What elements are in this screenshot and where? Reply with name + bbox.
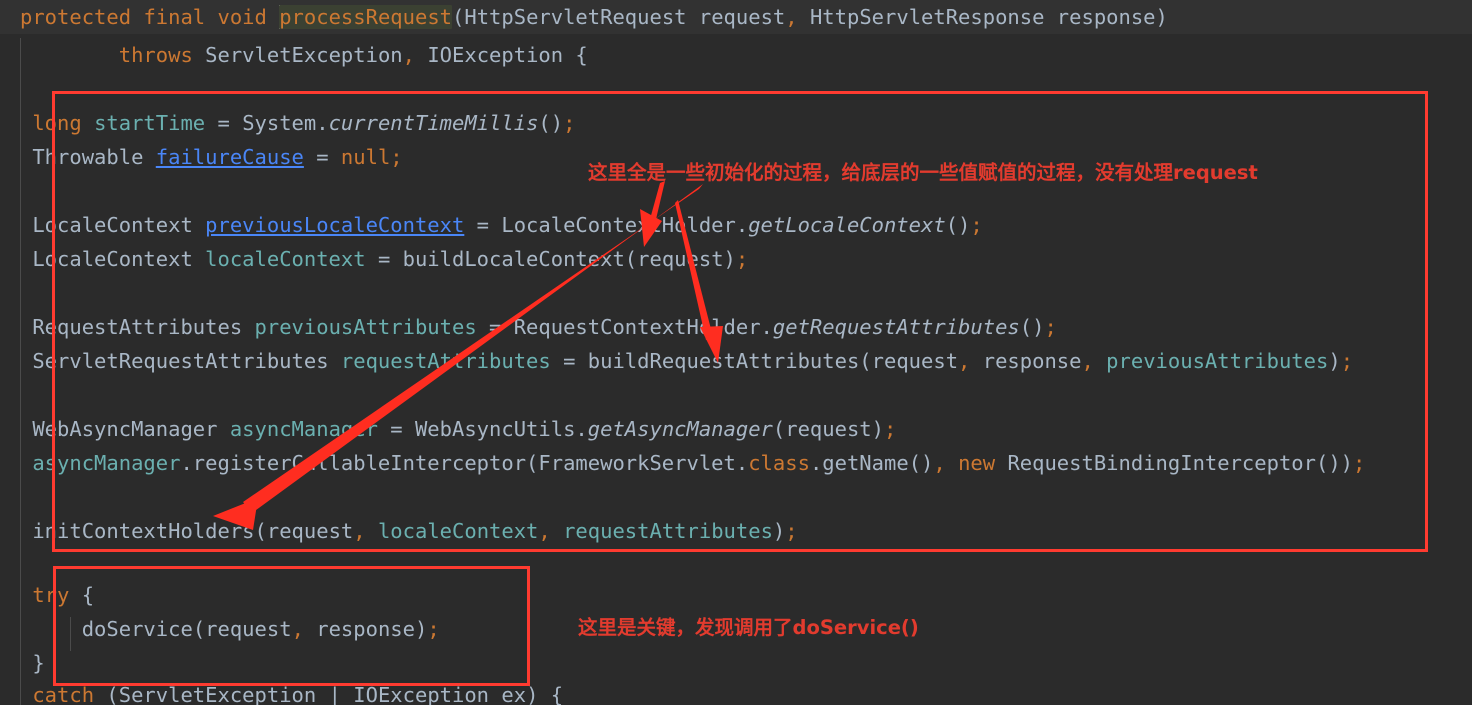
code-line-15[interactable]: initContextHolders(request, localeContex… <box>0 514 1472 548</box>
variable-previousLocaleContext: previousLocaleContext <box>205 213 465 237</box>
code-line-19[interactable]: } <box>0 646 1472 680</box>
method-buildLocaleContext: buildLocaleContext <box>402 247 625 271</box>
code-line-7[interactable]: LocaleContext localeContext = buildLocal… <box>0 242 1472 276</box>
keyword-catch: catch <box>32 683 95 705</box>
variable-startTime: startTime <box>94 111 206 135</box>
code-line-20[interactable]: catch (ServletException | IOException ex… <box>0 678 1472 705</box>
exception-types: ServletException, IOException { <box>205 43 588 67</box>
variable-previousAttributes: previousAttributes <box>254 315 477 339</box>
keyword-try: try <box>32 583 70 607</box>
method-registerCallableInterceptor: registerCallableInterceptor <box>192 451 527 475</box>
annotation-init-process: 这里全是一些初始化的过程，给底层的一些值赋值的过程，没有处理request <box>588 161 1258 184</box>
code-line-3[interactable]: long startTime = System.currentTimeMilli… <box>0 106 1472 140</box>
keyword-protected: protected <box>20 5 132 29</box>
code-line-12[interactable]: WebAsyncManager asyncManager = WebAsyncU… <box>0 412 1472 446</box>
keyword-new: new <box>958 451 996 475</box>
static-call-getLocaleContext: getLocaleContext <box>748 213 946 237</box>
keyword-null: null <box>340 145 391 169</box>
variable-asyncManager: asyncManager <box>229 417 378 441</box>
code-editor-pane[interactable]: protected final void processRequest(Http… <box>0 0 1472 705</box>
method-initContextHolders: initContextHolders <box>32 519 255 543</box>
annotation-doservice-key: 这里是关键，发现调用了doService() <box>578 616 919 639</box>
method-parameters: (HttpServletRequest request, HttpServlet… <box>452 5 1168 29</box>
code-line-9[interactable]: RequestAttributes previousAttributes = R… <box>0 310 1472 344</box>
static-call-currentTimeMillis: currentTimeMillis <box>328 111 539 135</box>
code-line-0[interactable]: protected final void processRequest(Http… <box>0 0 1472 34</box>
code-line-1[interactable]: throws ServletException, IOException { <box>0 38 1472 72</box>
code-line-17[interactable]: try { <box>0 578 1472 612</box>
static-call-getAsyncManager: getAsyncManager <box>587 417 773 441</box>
method-buildRequestAttributes: buildRequestAttributes <box>587 349 860 373</box>
variable-requestAttributes: requestAttributes <box>340 349 551 373</box>
keyword-long: long <box>32 111 82 135</box>
code-line-13[interactable]: asyncManager.registerCallableInterceptor… <box>0 446 1472 480</box>
keyword-void: void <box>217 5 267 29</box>
variable-failureCause: failureCause <box>155 145 304 169</box>
keyword-throws: throws <box>118 43 193 67</box>
keyword-final: final <box>143 5 206 29</box>
identifier-processRequest[interactable]: processRequest <box>279 5 453 29</box>
keyword-class: class <box>748 451 810 475</box>
static-call-getRequestAttributes: getRequestAttributes <box>772 315 1020 339</box>
code-text-layer[interactable]: protected final void processRequest(Http… <box>0 0 1472 705</box>
code-line-6[interactable]: LocaleContext previousLocaleContext = Lo… <box>0 208 1472 242</box>
variable-localeContext: localeContext <box>205 247 366 271</box>
code-line-10[interactable]: ServletRequestAttributes requestAttribut… <box>0 344 1472 378</box>
method-doService: doService <box>81 617 193 641</box>
